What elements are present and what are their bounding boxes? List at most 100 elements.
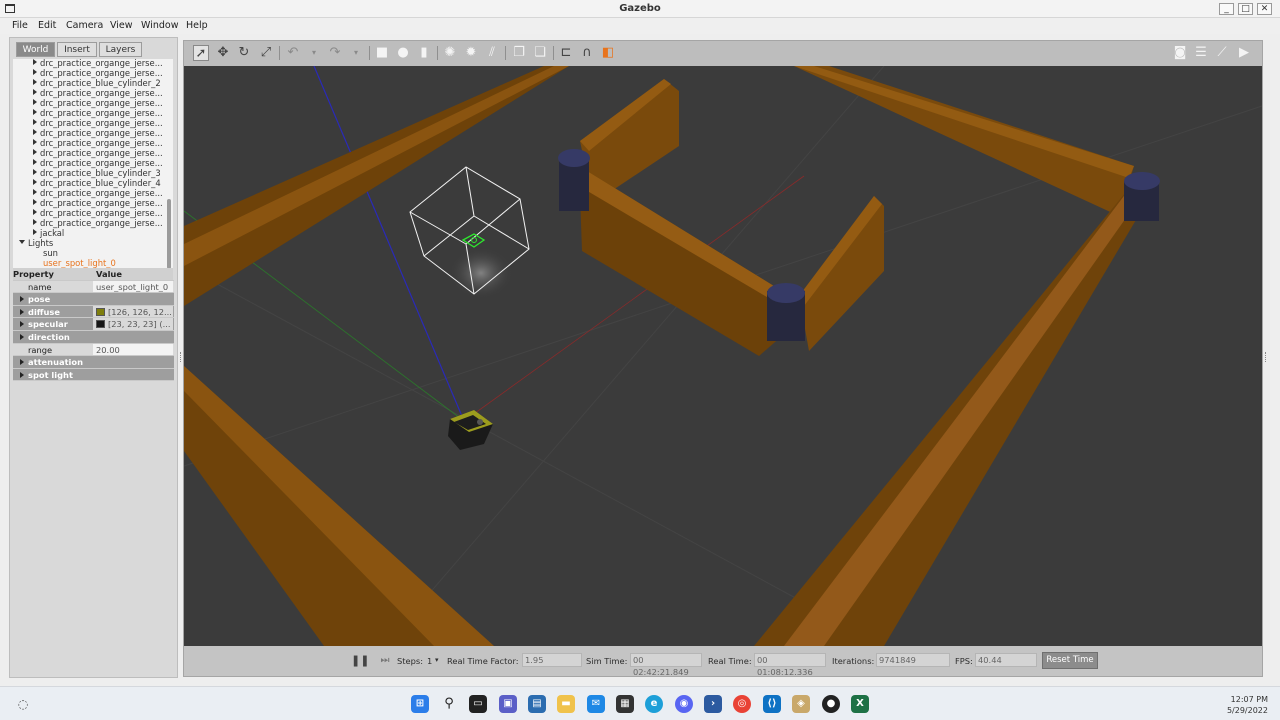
diffuse-value[interactable]: [126, 126, 12... — [93, 305, 173, 318]
gazebo-app-icon[interactable]: ● — [822, 695, 840, 713]
vscode-icon[interactable]: ⟨⟩ — [763, 695, 781, 713]
terminal-icon[interactable]: › — [704, 695, 722, 713]
pause-icon[interactable]: ❚❚ — [351, 653, 369, 669]
expand-arrow-icon[interactable] — [33, 69, 37, 75]
expand-arrow-icon[interactable] — [33, 149, 37, 155]
undo-icon[interactable]: ↶ — [285, 45, 301, 61]
tree-item[interactable]: drc_practice_organge_jerse... — [33, 158, 163, 168]
undo-dropdown-icon[interactable]: ▾ — [306, 45, 322, 61]
select-arrow-icon[interactable]: ➚ — [193, 45, 209, 61]
specular-value[interactable]: [23, 23, 23] (... — [93, 318, 173, 330]
store-icon[interactable]: ▤ — [528, 695, 546, 713]
file-explorer-icon[interactable]: ▬ — [557, 695, 575, 713]
tree-item[interactable]: drc_practice_organge_jerse... — [33, 108, 163, 118]
tree-item[interactable]: drc_practice_organge_jerse... — [33, 148, 163, 158]
box-icon[interactable]: ■ — [374, 45, 390, 61]
chrome-icon[interactable]: ◎ — [733, 695, 751, 713]
spot-light-icon[interactable]: ✹ — [463, 45, 479, 61]
tree-light-item[interactable]: sun — [43, 248, 58, 258]
log-icon[interactable]: ☰ — [1193, 45, 1209, 61]
tree-item[interactable]: drc_practice_organge_jerse... — [33, 208, 163, 218]
expand-arrow-icon[interactable] — [33, 59, 37, 65]
expand-arrow-icon[interactable] — [33, 209, 37, 215]
property-range-value[interactable]: 20.00 — [93, 343, 173, 356]
steps-value[interactable]: 1 — [427, 656, 432, 666]
rotate-icon[interactable]: ↻ — [236, 45, 252, 61]
tab-layers[interactable]: Layers — [99, 42, 142, 57]
expand-arrow-icon[interactable] — [33, 179, 37, 185]
change-view-icon[interactable]: ◧ — [600, 45, 616, 61]
step-icon[interactable]: ⏭ — [377, 653, 393, 669]
menu-edit[interactable]: Edit — [38, 20, 56, 31]
menu-view[interactable]: View — [110, 20, 133, 31]
redo-icon[interactable]: ↷ — [327, 45, 343, 61]
menu-file[interactable]: File — [12, 20, 28, 31]
directional-light-icon[interactable]: ⫽ — [484, 45, 500, 61]
start-icon[interactable]: ⊞ — [411, 695, 429, 713]
scale-icon[interactable]: ⤢ — [258, 45, 274, 61]
expand-arrow-icon[interactable] — [33, 79, 37, 85]
expand-arrow-icon[interactable] — [33, 119, 37, 125]
cylinder-icon[interactable]: ▮ — [416, 45, 432, 61]
expand-arrow-icon[interactable] — [33, 139, 37, 145]
package-icon[interactable]: ◈ — [792, 695, 810, 713]
property-name-value[interactable]: user_spot_light_0 — [93, 280, 173, 293]
expand-arrow-icon[interactable] — [33, 159, 37, 165]
expand-arrow-icon[interactable] — [33, 169, 37, 175]
tree-item[interactable]: drc_practice_organge_jerse... — [33, 198, 163, 208]
right-splitter-handle[interactable] — [1265, 352, 1267, 362]
redo-dropdown-icon[interactable]: ▾ — [348, 45, 364, 61]
tree-item[interactable]: drc_practice_organge_jerse... — [33, 68, 163, 78]
task-view-icon[interactable]: ▭ — [469, 695, 487, 713]
menu-help[interactable]: Help — [186, 20, 208, 31]
align-icon[interactable]: ⊏ — [558, 45, 574, 61]
search-icon[interactable]: ⚲ — [440, 695, 458, 713]
mail-icon[interactable]: ✉ — [587, 695, 605, 713]
edge-icon[interactable]: e — [645, 695, 663, 713]
tree-scrollbar[interactable] — [167, 199, 171, 269]
tab-world[interactable]: World — [16, 42, 55, 57]
scene-canvas[interactable] — [184, 66, 1262, 646]
expand-arrow-icon[interactable] — [33, 99, 37, 105]
tree-item[interactable]: drc_practice_organge_jerse... — [33, 59, 163, 68]
expand-arrow-icon[interactable] — [33, 109, 37, 115]
panel-splitter-handle[interactable] — [180, 352, 182, 362]
expand-arrow-icon[interactable] — [33, 229, 37, 235]
tree-item[interactable]: drc_practice_organge_jerse... — [33, 118, 163, 128]
tree-item[interactable]: drc_practice_organge_jerse... — [33, 188, 163, 198]
minimize-button[interactable]: _ — [1219, 3, 1234, 15]
calendar-icon[interactable]: ▦ — [616, 695, 634, 713]
tree-item[interactable]: drc_practice_organge_jerse... — [33, 218, 163, 228]
plot-icon[interactable]: ⟋ — [1214, 45, 1230, 61]
menu-window[interactable]: Window — [141, 20, 178, 31]
property-group-direction[interactable]: direction — [13, 330, 174, 344]
tree-item[interactable]: drc_practice_organge_jerse... — [33, 98, 163, 108]
expand-arrow-icon[interactable] — [33, 89, 37, 95]
paste-icon[interactable]: ❏ — [532, 45, 548, 61]
tab-insert[interactable]: Insert — [57, 42, 97, 57]
screenshot-icon[interactable]: ◙ — [1172, 45, 1188, 61]
expand-arrow-icon[interactable] — [33, 219, 37, 225]
maximize-button[interactable]: □ — [1238, 3, 1253, 15]
expand-arrow-icon[interactable] — [33, 189, 37, 195]
tree-item[interactable]: drc_practice_organge_jerse... — [33, 138, 163, 148]
tree-item[interactable]: drc_practice_blue_cylinder_3 — [33, 168, 161, 178]
property-group-specular[interactable]: specular [23, 23, 23] (... — [13, 318, 174, 331]
tree-item[interactable]: drc_practice_blue_cylinder_4 — [33, 178, 161, 188]
expand-arrow-icon[interactable] — [33, 199, 37, 205]
snap-icon[interactable]: ∩ — [579, 45, 595, 61]
tree-group-lights[interactable]: Lights — [19, 238, 53, 248]
chat-icon[interactable]: ▣ — [499, 695, 517, 713]
menu-camera[interactable]: Camera — [66, 20, 103, 31]
collapse-arrow-icon[interactable] — [19, 240, 25, 244]
tree-item[interactable]: drc_practice_organge_jerse... — [33, 88, 163, 98]
sphere-icon[interactable]: ● — [395, 45, 411, 61]
property-group-diffuse[interactable]: diffuse [126, 126, 12... — [13, 305, 174, 319]
property-group-spot-light[interactable]: spot light — [13, 368, 174, 382]
discord-icon[interactable]: ◉ — [675, 695, 693, 713]
expand-arrow-icon[interactable] — [33, 129, 37, 135]
tree-item[interactable]: jackal — [33, 228, 64, 238]
steps-spinner-icon[interactable]: ▾ — [435, 656, 439, 664]
tree-light-item[interactable]: user_spot_light_0 — [43, 258, 116, 268]
property-group-pose[interactable]: pose — [13, 293, 174, 306]
